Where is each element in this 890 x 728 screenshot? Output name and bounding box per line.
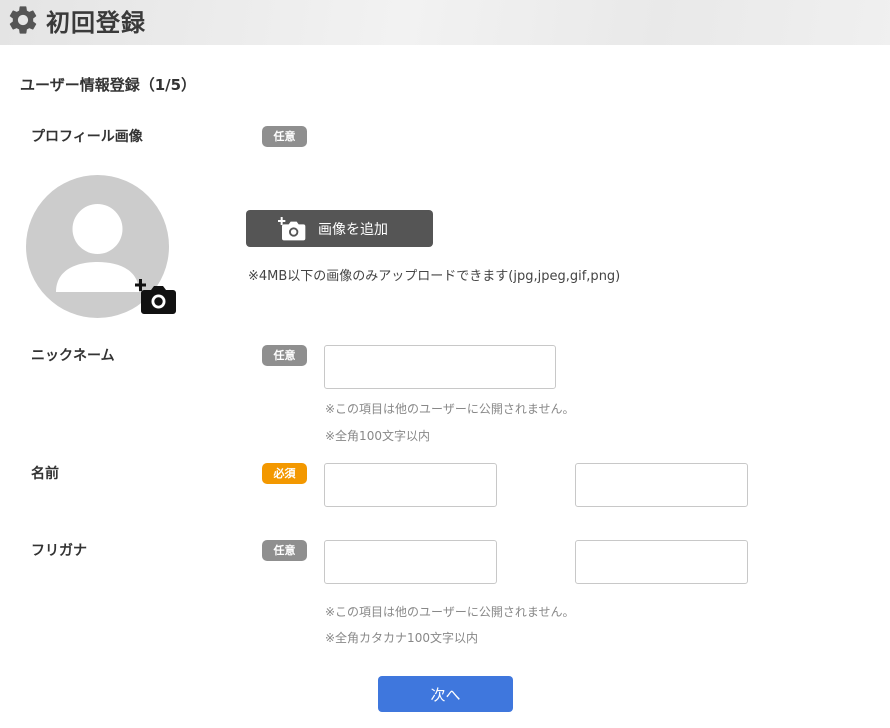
- optional-badge: 任意: [262, 345, 307, 366]
- last-name-kana-input[interactable]: [324, 540, 497, 584]
- first-name-input[interactable]: [575, 463, 748, 507]
- optional-badge: 任意: [262, 126, 307, 147]
- add-photo-icon: [278, 216, 306, 242]
- last-name-input[interactable]: [324, 463, 497, 507]
- upload-note: ※4MB以下の画像のみアップロードできます(jpg,jpeg,gif,png): [248, 269, 621, 284]
- profile-image-label: プロフィール画像: [31, 129, 143, 145]
- gear-icon: [6, 3, 40, 37]
- furigana-label: フリガナ: [31, 543, 87, 559]
- add-photo-icon[interactable]: [135, 278, 177, 316]
- nickname-note-length: ※全角100文字以内: [325, 429, 430, 443]
- section-title: ユーザー情報登録（1/5）: [20, 76, 197, 94]
- add-image-button-label: 画像を追加: [318, 221, 388, 238]
- required-badge: 必須: [262, 463, 307, 484]
- next-button[interactable]: 次へ: [378, 676, 513, 712]
- page-title: 初回登録: [46, 8, 146, 37]
- name-label: 名前: [31, 466, 59, 482]
- furigana-note-length: ※全角カタカナ100文字以内: [325, 631, 478, 645]
- page-header: 初回登録: [6, 0, 146, 40]
- furigana-note-public: ※この項目は他のユーザーに公開されません。: [325, 605, 575, 619]
- add-image-button[interactable]: 画像を追加: [246, 210, 433, 247]
- first-name-kana-input[interactable]: [575, 540, 748, 584]
- optional-badge: 任意: [262, 540, 307, 561]
- nickname-note-public: ※この項目は他のユーザーに公開されません。: [325, 402, 575, 416]
- nickname-input[interactable]: [324, 345, 556, 389]
- registration-form: ユーザー情報登録（1/5） プロフィール画像 任意 画像を追加 ※4MB以下の画…: [0, 45, 890, 728]
- nickname-label: ニックネーム: [31, 348, 115, 364]
